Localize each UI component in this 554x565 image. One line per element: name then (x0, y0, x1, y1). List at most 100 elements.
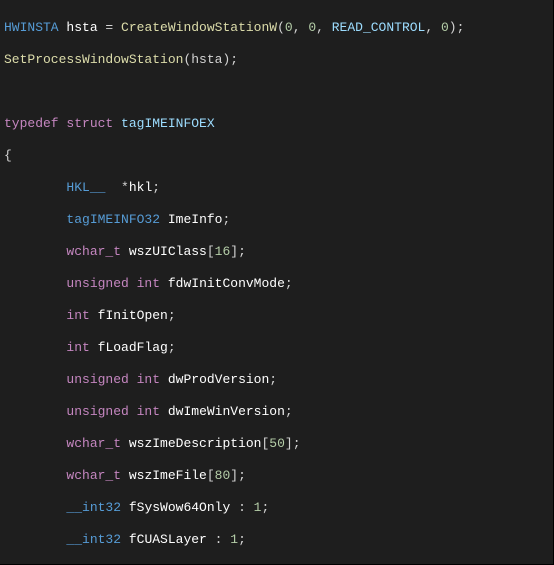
token-id: wszImeFile (129, 468, 207, 483)
token (121, 532, 129, 547)
token (90, 308, 98, 323)
token-id: wszUIClass (129, 244, 207, 259)
token: ; (222, 212, 230, 227)
code-line: HWINSTA hsta = CreateWindowStationW(0, 0… (4, 20, 549, 36)
token: ; (285, 404, 293, 419)
token-type: __int32 (66, 532, 121, 547)
token (160, 212, 168, 227)
token-type: int (66, 308, 89, 323)
token-id: fLoadFlag (98, 340, 168, 355)
token (4, 372, 66, 387)
token-type: HKL__ (66, 180, 105, 195)
token-id: fdwInitConvMode (168, 276, 285, 291)
token: ; (238, 532, 246, 547)
token-id: fSysWow64Only (129, 500, 230, 515)
token: [ (207, 468, 215, 483)
code-line: unsigned int dwImeWinVersion; (4, 404, 549, 420)
token: : (230, 500, 253, 515)
code-line: { (4, 148, 549, 164)
token (160, 276, 168, 291)
token-type: tagIMEINFO32 (66, 212, 160, 227)
token-id: fInitOpen (98, 308, 168, 323)
code-line: tagIMEINFO32 ImeInfo; (4, 212, 549, 228)
token: ; (285, 276, 293, 291)
token (4, 468, 66, 483)
token-kw: struct (66, 116, 113, 131)
token: , (425, 20, 441, 35)
token-type: HWINSTA (4, 20, 59, 35)
code-line: typedef struct tagIMEINFOEX (4, 116, 549, 132)
token (4, 436, 66, 451)
token-num: 0 (285, 20, 293, 35)
token (4, 212, 66, 227)
token: , (293, 20, 309, 35)
token-num: 0 (441, 20, 449, 35)
token: ; (261, 500, 269, 515)
token: : (207, 532, 230, 547)
token (4, 532, 66, 547)
code-line (4, 84, 549, 100)
token-type: unsigned int (66, 276, 160, 291)
token: ; (168, 308, 176, 323)
token: [ (207, 244, 215, 259)
token-type: wchar_t (66, 244, 121, 259)
code-line: unsigned int fdwInitConvMode; (4, 276, 549, 292)
token-id: ImeInfo (168, 212, 223, 227)
token-type: unsigned int (66, 372, 160, 387)
token-func: SetProcessWindowStation (4, 52, 183, 67)
token: ; (152, 180, 160, 195)
token (4, 340, 66, 355)
token-id: dwProdVersion (168, 372, 269, 387)
token-num: 80 (215, 468, 231, 483)
token: ; (168, 340, 176, 355)
token-kw: typedef (4, 116, 59, 131)
code-line: wchar_t wszImeFile[80]; (4, 468, 549, 484)
token-id: wszImeDescription (129, 436, 262, 451)
token (113, 116, 121, 131)
token (113, 20, 121, 35)
token (121, 468, 129, 483)
token: ( (277, 20, 285, 35)
token: hsta (59, 20, 106, 35)
token (121, 436, 129, 451)
code-line: __int32 fSysWow64Only : 1; (4, 500, 549, 516)
token-id: fCUASLayer (129, 532, 207, 547)
token: ]; (230, 244, 246, 259)
token (160, 372, 168, 387)
token-num: 16 (215, 244, 231, 259)
token: , (316, 20, 332, 35)
code-line: HKL__ *hkl; (4, 180, 549, 196)
code-editor: HWINSTA hsta = CreateWindowStationW(0, 0… (0, 0, 554, 565)
token (4, 276, 66, 291)
token: (hsta); (183, 52, 238, 67)
code-line: int fInitOpen; (4, 308, 549, 324)
token (4, 180, 66, 195)
code-line: wchar_t wszUIClass[16]; (4, 244, 549, 260)
token-type: wchar_t (66, 468, 121, 483)
token: ]; (285, 436, 301, 451)
token-num: 50 (269, 436, 285, 451)
code-line: unsigned int dwProdVersion; (4, 372, 549, 388)
code-line: __int32 fCUASLayer : 1; (4, 532, 549, 548)
token-type: int (66, 340, 89, 355)
token (4, 308, 66, 323)
token-id: dwImeWinVersion (168, 404, 285, 419)
token-id: READ_CONTROL (332, 20, 426, 35)
code-line: SetProcessWindowStation(hsta); (4, 52, 549, 68)
code-line: wchar_t wszImeDescription[50]; (4, 436, 549, 452)
code-line: int fLoadFlag; (4, 340, 549, 356)
token-type: unsigned int (66, 404, 160, 419)
token-num: 1 (230, 532, 238, 547)
token (121, 500, 129, 515)
token (4, 244, 66, 259)
token (121, 244, 129, 259)
token: ]; (230, 468, 246, 483)
token (90, 340, 98, 355)
token-type: __int32 (66, 500, 121, 515)
token-func: CreateWindowStationW (121, 20, 277, 35)
token: * (105, 180, 128, 195)
token-id: hkl (129, 180, 152, 195)
token (160, 404, 168, 419)
token: ); (449, 20, 465, 35)
token-id: tagIMEINFOEX (121, 116, 215, 131)
